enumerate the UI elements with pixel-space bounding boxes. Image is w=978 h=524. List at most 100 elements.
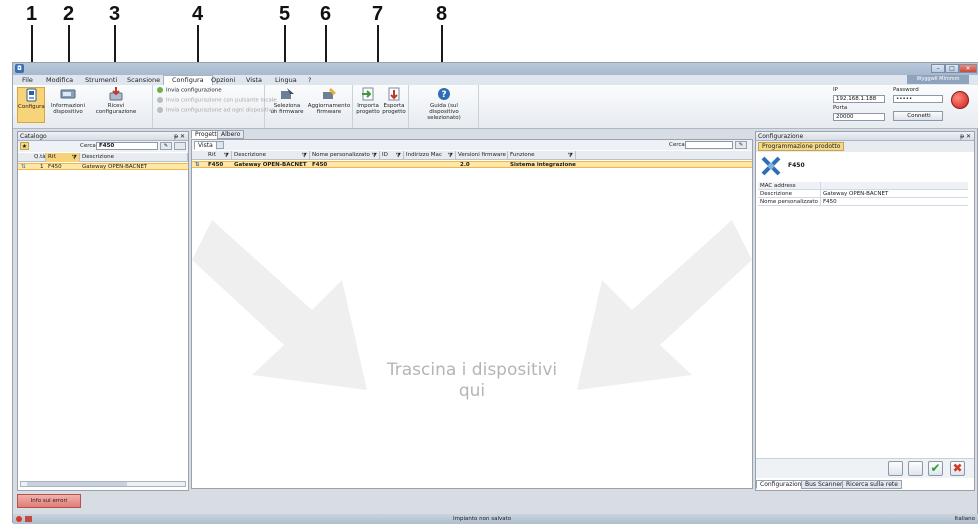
status-error-icon bbox=[16, 516, 22, 522]
ip-input[interactable]: 192.168.1.188 bbox=[833, 95, 885, 103]
field-mac[interactable]: MAC address bbox=[758, 182, 968, 190]
configura-button[interactable]: Configura bbox=[17, 87, 45, 123]
filter-icon[interactable]: ⧩ bbox=[72, 153, 77, 162]
esporta-progetto-button[interactable]: Esporta progetto bbox=[382, 87, 406, 115]
menu-opzioni[interactable]: Opzioni bbox=[211, 76, 235, 84]
field-mac-value[interactable] bbox=[820, 182, 823, 190]
catalog-scrollbar[interactable] bbox=[20, 481, 186, 487]
search-options-icon[interactable] bbox=[174, 142, 186, 150]
row-drag-icon[interactable]: ⇅ bbox=[21, 164, 26, 170]
field-nome[interactable]: Nome personalizzato F450 bbox=[758, 198, 968, 206]
catalog-search-input[interactable]: F450 bbox=[96, 142, 158, 150]
menu-scansione[interactable]: Scansione bbox=[127, 76, 160, 84]
filter-icon[interactable]: ⧩ bbox=[568, 151, 573, 160]
catalog-row[interactable]: ⇅ 1 F450 Gateway OPEN-BACNET bbox=[18, 163, 188, 170]
guida-button[interactable]: ? Guida (sul dispositivo selezionato) bbox=[412, 87, 476, 121]
maximize-button[interactable]: □ bbox=[945, 64, 959, 73]
invia-pulsante-locale-button[interactable]: Invia configurazione con pulsante locale bbox=[157, 97, 277, 104]
apply-button[interactable]: ✔ bbox=[928, 461, 943, 476]
copy-button[interactable] bbox=[888, 461, 903, 476]
col-id-label: ID bbox=[382, 152, 388, 158]
tab-ricerca-rete[interactable]: Ricerca sulla rete bbox=[842, 480, 902, 489]
col-nome[interactable]: Nome personalizzato ⧩ bbox=[310, 151, 380, 160]
project-search-icon[interactable]: ✎ bbox=[735, 141, 747, 149]
connetti-button[interactable]: Connetti bbox=[893, 111, 943, 121]
menu-lingua[interactable]: Lingua bbox=[275, 76, 297, 84]
project-toolbar: Vista Cerca ✎ bbox=[192, 140, 752, 150]
view-toggle-icon[interactable] bbox=[216, 141, 224, 149]
paste-button[interactable] bbox=[908, 461, 923, 476]
discard-button[interactable]: ✖ bbox=[950, 461, 965, 476]
col-funzione-label: Funzione bbox=[510, 152, 535, 158]
col-mac-label: Indirizzo Mac bbox=[406, 152, 442, 158]
app-icon: ◘ bbox=[15, 64, 24, 73]
device-name: F450 bbox=[788, 162, 805, 169]
minimize-button[interactable]: – bbox=[931, 64, 945, 73]
col-firmware[interactable]: Versioni firmware bbox=[456, 151, 508, 160]
callout-5: 5 bbox=[279, 3, 291, 25]
config-header: Configurazione ᵽ ✕ bbox=[756, 132, 974, 141]
ribbon-group-configura: Configura Informazioni dispositivo Ricev… bbox=[13, 85, 153, 128]
aggiornamento-firmware-button[interactable]: Aggiornamento firmware bbox=[307, 87, 351, 115]
filter-icon[interactable]: ⧩ bbox=[396, 151, 401, 160]
col-qty[interactable]: Q.tà bbox=[32, 153, 46, 162]
project-row[interactable]: ⇅ F450 Gateway OPEN-BACNET F450 2.0 Sist… bbox=[192, 161, 752, 168]
catalog-pin-close[interactable]: ᵽ ✕ bbox=[174, 132, 185, 141]
menu-strumenti[interactable]: Strumenti bbox=[85, 76, 117, 84]
project-search-label: Cerca bbox=[669, 142, 685, 148]
clear-search-icon[interactable]: ✎ bbox=[160, 142, 172, 150]
menu-vista[interactable]: Vista bbox=[246, 76, 262, 84]
col-funzione[interactable]: Funzione ⧩ bbox=[508, 151, 576, 160]
scrollbar-thumb[interactable] bbox=[27, 482, 127, 486]
close-button[interactable]: ✕ bbox=[959, 64, 977, 73]
menu-help[interactable]: ? bbox=[308, 76, 311, 84]
star-icon[interactable]: ★ bbox=[20, 142, 29, 150]
ricevi-configurazione-button[interactable]: Ricevi configurazione bbox=[91, 87, 141, 115]
filter-icon[interactable]: ⧩ bbox=[372, 151, 377, 160]
catalog-panel: Catalogo ᵽ ✕ ★ Cerca F450 ✎ Q.tà Rif. ⧩ … bbox=[17, 131, 189, 491]
field-nome-value[interactable]: F450 bbox=[820, 198, 837, 206]
col-descrizione[interactable]: Descrizione bbox=[80, 153, 188, 162]
field-descrizione-key: Descrizione bbox=[760, 191, 792, 197]
callout-4: 4 bbox=[192, 3, 204, 25]
porta-input[interactable]: 20000 bbox=[833, 113, 885, 121]
menu-configura[interactable]: Configura bbox=[163, 75, 213, 85]
filter-icon[interactable]: ⧩ bbox=[448, 151, 453, 160]
col-mac[interactable]: Indirizzo Mac ⧩ bbox=[404, 151, 456, 160]
info-errori-button[interactable]: Info sul errori bbox=[17, 494, 81, 508]
password-input[interactable]: ••••• bbox=[893, 95, 943, 103]
info-dispositivo-button[interactable]: Informazioni dispositivo bbox=[49, 87, 87, 115]
row-drag-icon[interactable]: ⇅ bbox=[195, 162, 200, 168]
field-descrizione[interactable]: Descrizione Gateway OPEN-BACNET bbox=[758, 190, 968, 198]
help-icon: ? bbox=[438, 88, 450, 100]
field-mac-key: MAC address bbox=[760, 183, 796, 189]
col-ref-label: Rif. bbox=[48, 154, 57, 160]
importa-progetto-button[interactable]: Importa progetto bbox=[356, 87, 380, 115]
project-search-input[interactable] bbox=[685, 141, 733, 149]
catalog-row-desc: Gateway OPEN-BACNET bbox=[82, 164, 148, 170]
col-desc[interactable]: Descrizione ⧩ bbox=[232, 151, 310, 160]
tab-programmazione[interactable]: Programmazione prodotto bbox=[758, 142, 845, 151]
drop-hint-line-2: qui bbox=[458, 381, 486, 401]
ricevi-label-2: configurazione bbox=[95, 109, 137, 115]
tab-bus-scanner[interactable]: Bus Scanner bbox=[801, 480, 847, 489]
tab-albero[interactable]: Albero bbox=[217, 130, 245, 139]
project-row-fw: 2.0 bbox=[460, 162, 470, 168]
info-label-2: dispositivo bbox=[53, 109, 83, 115]
col-id[interactable]: ID ⧩ bbox=[380, 151, 404, 160]
invia-ogni-dispositivo-button[interactable]: Invia configurazione ad ogni dispositivo bbox=[157, 107, 275, 114]
callout-7: 7 bbox=[372, 3, 384, 25]
col-rif[interactable]: Rif. ⧩ bbox=[206, 151, 232, 160]
col-ref[interactable]: Rif. ⧩ bbox=[46, 153, 80, 162]
invia-configurazione-button[interactable]: Invia configurazione bbox=[157, 87, 222, 94]
menu-modifica[interactable]: Modifica bbox=[46, 76, 73, 84]
vista-tab[interactable]: Vista bbox=[194, 141, 217, 150]
filter-icon[interactable]: ⧩ bbox=[302, 151, 307, 160]
seleziona-firmware-button[interactable]: Seleziona un firmware bbox=[269, 87, 305, 115]
field-descrizione-value[interactable]: Gateway OPEN-BACNET bbox=[820, 190, 888, 198]
menu-file[interactable]: File bbox=[22, 76, 33, 84]
project-row-ref: F450 bbox=[208, 162, 224, 168]
col-rif-label: Rif. bbox=[208, 152, 217, 158]
filter-icon[interactable]: ⧩ bbox=[224, 151, 229, 160]
config-pin-close[interactable]: ᵽ ✕ bbox=[960, 132, 971, 141]
